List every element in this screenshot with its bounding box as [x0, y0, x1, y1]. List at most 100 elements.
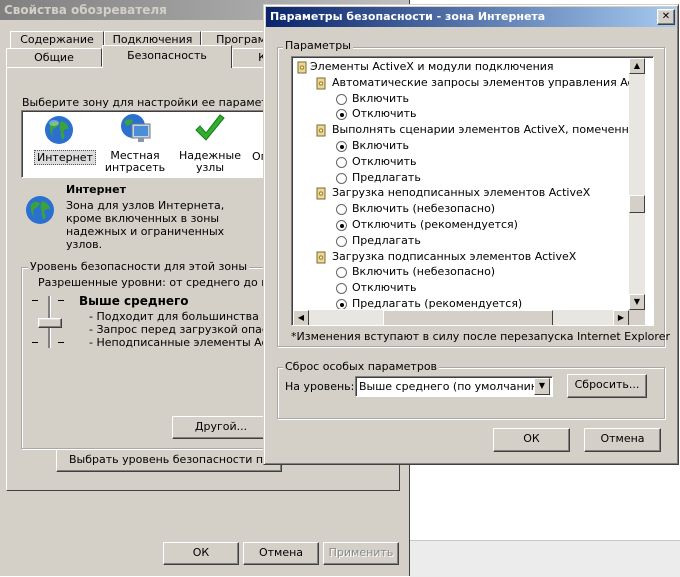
- tree-item-label: Предлагать: [352, 233, 421, 247]
- zone-label: Надежные узлы: [178, 150, 242, 174]
- level-bullet: - Подходит для большинства узл: [89, 310, 282, 323]
- tree-item-label: Включить: [352, 91, 410, 105]
- dropdown-value: Выше среднего (по умолчанию): [359, 380, 545, 393]
- tree-item-label: Предлагать (рекомендуется): [352, 297, 523, 309]
- reset-button[interactable]: Сбросить...: [567, 374, 647, 398]
- tab-content[interactable]: Содержание: [10, 31, 104, 49]
- tree-option[interactable]: Отключить: [292, 281, 629, 297]
- zone-item-internet[interactable]: Интернет: [30, 114, 96, 170]
- tree-option[interactable]: Отключить: [292, 155, 629, 171]
- dialog-title: Параметры безопасности - зона Интернета: [270, 10, 546, 23]
- radio-unselected[interactable]: [336, 267, 347, 279]
- tree-setting: Загрузка подписанных элементов ActiveX: [292, 250, 629, 266]
- settings-gear-icon: [316, 77, 326, 90]
- radio-unselected[interactable]: [336, 156, 347, 168]
- tab-security[interactable]: Безопасность: [102, 45, 232, 68]
- security-slider[interactable]: [32, 294, 68, 352]
- globe-icon: [45, 116, 73, 144]
- radio-selected[interactable]: [336, 109, 347, 121]
- radio-unselected[interactable]: [336, 204, 347, 216]
- tree-option[interactable]: Отключить (рекомендуется): [292, 218, 629, 234]
- tree-item-label: Отключить: [352, 154, 417, 168]
- tree-item-label: Элементы ActiveX и модули подключения: [310, 60, 554, 73]
- tab-label: Общие: [34, 51, 74, 64]
- level-name: Выше среднего: [79, 294, 189, 308]
- scroll-right-button[interactable]: ▶: [613, 310, 629, 325]
- zone-label: Интернет: [34, 150, 96, 165]
- group-title: Сброс особых параметров: [283, 360, 440, 373]
- scroll-thumb[interactable]: [382, 310, 553, 325]
- tab-label: Содержание: [20, 33, 94, 46]
- tree-category: Элементы ActiveX и модули подключения: [292, 60, 629, 76]
- tree-setting: Выполнять сценарии элементов ActiveX, по…: [292, 123, 629, 139]
- cancel-button[interactable]: Отмена: [243, 542, 319, 565]
- tree-option[interactable]: Предлагать: [292, 171, 629, 187]
- zone-item-trusted[interactable]: Надежные узлы: [178, 112, 242, 174]
- tree-item-label: Включить (небезопасно): [352, 265, 496, 279]
- globe-icon: [26, 196, 54, 224]
- vertical-scrollbar[interactable]: ▲ ▼: [629, 58, 645, 310]
- tree-item-label: Отключить (рекомендуется): [352, 218, 518, 231]
- radio-selected[interactable]: [336, 141, 347, 152]
- radio-unselected[interactable]: [336, 172, 347, 184]
- allowed-levels: Разрешенные уровни: от среднего до высо: [38, 276, 290, 289]
- monitor-icon: [121, 114, 151, 142]
- settings-gear-icon: [316, 251, 326, 264]
- close-icon: ✕: [661, 11, 671, 22]
- checkmark-icon: [195, 114, 225, 141]
- group-title: Параметры: [283, 39, 353, 52]
- tree-item-label: Включить (небезопасно): [352, 202, 496, 216]
- tree-item-label: Отключить: [352, 107, 417, 121]
- zone-label-text: Местная интрасеть: [104, 149, 166, 174]
- zone-label: Местная интрасеть: [100, 150, 170, 174]
- other-button[interactable]: Другой...: [172, 416, 270, 439]
- scroll-down-button[interactable]: ▼: [629, 294, 645, 310]
- tree-item-label: Отключить: [352, 281, 417, 295]
- horizontal-scrollbar[interactable]: ◀ ▶: [293, 310, 629, 325]
- scroll-thumb[interactable]: [629, 195, 645, 214]
- tree-item-label: Выполнять сценарии элементов ActiveX, по…: [332, 123, 629, 137]
- reset-level-dropdown[interactable]: Выше среднего (по умолчанию) ▼: [355, 376, 553, 397]
- close-button[interactable]: ✕: [657, 9, 675, 25]
- scroll-up-button[interactable]: ▲: [629, 58, 645, 74]
- tree-option[interactable]: Включить: [292, 139, 629, 155]
- chevron-down-icon[interactable]: ▼: [534, 378, 550, 395]
- tree-option[interactable]: Предлагать (рекомендуется): [292, 297, 629, 309]
- background-window-edge: [410, 540, 680, 577]
- zone-item-intranet[interactable]: Местная интрасеть: [100, 112, 170, 174]
- cancel-button[interactable]: Отмена: [584, 428, 661, 452]
- scroll-corner: [629, 310, 645, 325]
- tab-general[interactable]: Общие: [6, 48, 102, 67]
- radio-unselected[interactable]: [336, 235, 347, 247]
- tree-setting: Автоматические запросы элементов управле…: [292, 76, 629, 92]
- zone-prompt: Выберите зону для настройки ее параметро…: [22, 96, 299, 109]
- tree-option[interactable]: Включить (небезопасно): [292, 265, 629, 281]
- radio-selected[interactable]: [336, 220, 347, 231]
- apply-button[interactable]: Применить: [323, 542, 399, 565]
- radio-selected[interactable]: [336, 299, 347, 309]
- zone-description: Зона для узлов Интернета, кроме включенн…: [66, 199, 225, 251]
- ok-button[interactable]: ОК: [493, 428, 570, 452]
- tree-item-label: Загрузка неподписанных элементов ActiveX: [332, 186, 591, 200]
- tree-setting: Загрузка неподписанных элементов ActiveX: [292, 186, 629, 202]
- level-bullet: - Запрос перед загрузкой опасно: [89, 323, 282, 336]
- scroll-left-button[interactable]: ◀: [293, 310, 309, 325]
- tree-option[interactable]: Предлагать: [292, 234, 629, 250]
- settings-tree[interactable]: Элементы ActiveX и модули подключения Авт…: [291, 56, 654, 326]
- tree-option[interactable]: Включить: [292, 92, 629, 108]
- tree-item-label: Загрузка подписанных элементов ActiveX: [332, 249, 577, 263]
- reset-label: На уровень:: [285, 380, 355, 393]
- tree-option[interactable]: Отключить: [292, 107, 629, 123]
- ok-button[interactable]: ОК: [163, 542, 239, 565]
- radio-unselected[interactable]: [336, 93, 347, 105]
- settings-gear-icon: [316, 187, 326, 200]
- security-settings-dialog: Параметры безопасности - зона Интернета …: [263, 4, 679, 465]
- slider-thumb[interactable]: [38, 318, 62, 328]
- window-title: Свойства обозревателя: [4, 3, 167, 17]
- radio-unselected[interactable]: [336, 283, 347, 295]
- tree-item-label: Предлагать: [352, 170, 421, 184]
- settings-gear-icon: [316, 124, 326, 137]
- tree-option[interactable]: Включить (небезопасно): [292, 202, 629, 218]
- zone-title: Интернет: [66, 183, 126, 196]
- default-level-button[interactable]: Выбрать уровень безопасности по умо: [56, 449, 282, 472]
